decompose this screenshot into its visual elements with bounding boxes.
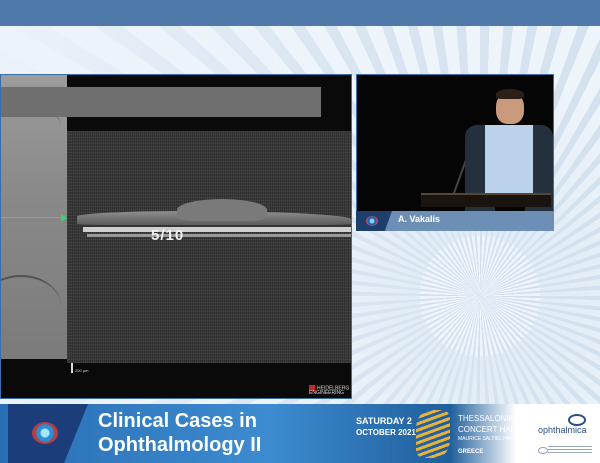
scale-bar [71,363,73,373]
rpe-layer [83,227,351,232]
scale-label: 200 µm [75,368,89,373]
scan-position-line [1,217,65,218]
organizer-name: ophthalmica [538,425,587,435]
eye-icon [32,422,58,444]
sponsor-eye-icon [538,447,548,454]
event-title-line1: Clinical Cases in [98,410,257,432]
vendor-line2: ENGINEERING [309,390,345,397]
top-bar [0,0,600,26]
venue-country: GREECE [458,449,484,455]
oct-scan-image [67,131,351,363]
concert-hall-icon [416,410,450,458]
podium [421,193,551,207]
event-date-line1: SATURDAY 2 [356,416,412,426]
retina-elevation [177,199,267,221]
event-date-line2: OCTOBER 2021 [356,428,416,437]
choroid-layer [87,234,351,237]
venue-line3: MAURICE SALTIEL HALL [458,436,516,442]
scan-label: 5/10 [151,227,185,244]
eye-icon [366,216,378,226]
speaker-video [356,74,554,213]
presentation-slide: 5/10 200 µm HEIDELBERG ENGINEERING [0,74,352,399]
sponsor-text-lines [548,446,592,454]
event-title-line2: Ophthalmology II [98,434,262,456]
vendor-logo: HEIDELBERG ENGINEERING [309,385,349,396]
speaker-hair [496,89,524,99]
venue-line1: THESSALONIKI [458,414,517,423]
slide-header-band [1,87,321,117]
venue-line2: CONCERT HALL [458,425,520,434]
speaker-name: A. Vakalis [398,214,441,224]
fundus-vessel [1,275,61,337]
